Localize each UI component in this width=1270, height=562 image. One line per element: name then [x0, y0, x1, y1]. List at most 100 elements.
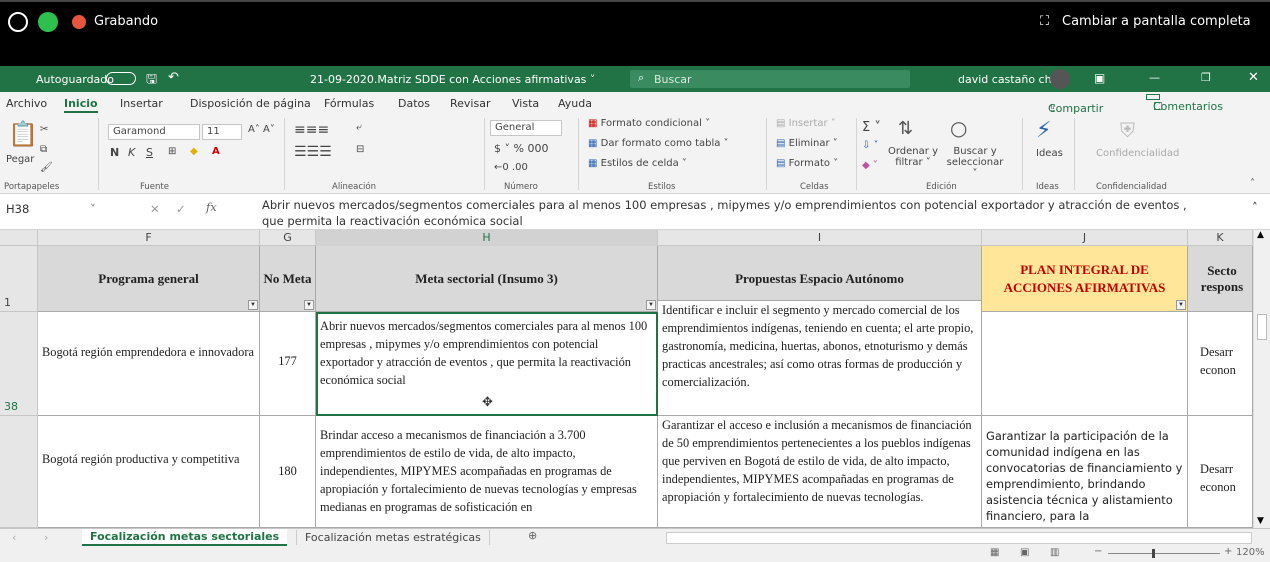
autosum-icon[interactable]: Σ ˅: [862, 120, 881, 135]
cell-meta[interactable]: Brindar acceso a mecanismos de financiac…: [316, 416, 658, 528]
filter-dropdown-icon[interactable]: ▼: [304, 300, 314, 310]
cell-programa[interactable]: Bogotá región emprendedora e innovadora: [38, 312, 260, 416]
avatar[interactable]: [1050, 69, 1070, 89]
row-header[interactable]: 1: [0, 246, 38, 312]
prev-sheet-icon[interactable]: ‹: [12, 531, 16, 544]
add-sheet-icon[interactable]: ⊕: [528, 529, 537, 542]
normal-view-icon[interactable]: ▦: [990, 547, 999, 558]
ideas-icon[interactable]: ⚡: [1036, 118, 1051, 143]
zoom-in-icon[interactable]: +: [1224, 546, 1232, 557]
confidentiality-icon[interactable]: ⛨: [1120, 118, 1135, 142]
tab-vista[interactable]: Vista: [512, 97, 539, 110]
fill-icon[interactable]: ⇩ ˅: [862, 140, 879, 151]
select-all-corner[interactable]: [0, 230, 38, 246]
header-sector[interactable]: Secto respons: [1188, 246, 1253, 312]
cell-sector[interactable]: Desarr econon: [1188, 416, 1253, 528]
find-icon[interactable]: ○: [950, 116, 967, 140]
ribbon-display-icon[interactable]: ▣: [1094, 71, 1105, 85]
tab-datos[interactable]: Datos: [398, 97, 430, 110]
font-size-select[interactable]: 11: [202, 124, 242, 140]
cell-sector[interactable]: Desarr econon: [1188, 312, 1253, 416]
column-header-f[interactable]: F: [38, 230, 260, 246]
header-plan-integral[interactable]: PLAN INTEGRAL DE ACCIONES AFIRMATIVAS ▼: [982, 246, 1188, 312]
row-header[interactable]: [0, 416, 38, 528]
cell-styles-button[interactable]: ▦ Estilos de celda ˅: [588, 158, 687, 169]
search-box[interactable]: ⌕ Buscar: [630, 70, 910, 88]
scroll-thumb[interactable]: [1257, 314, 1267, 340]
row-header[interactable]: 38: [0, 312, 38, 416]
wrap-text-icon[interactable]: ⤶: [356, 122, 362, 133]
cell-programa[interactable]: Bogotá región productiva y competitiva: [38, 416, 260, 528]
cut-icon[interactable]: ✂: [40, 124, 48, 135]
fill-color-icon[interactable]: ◆: [190, 146, 198, 157]
header-programa[interactable]: Programa general ▼: [38, 246, 260, 312]
paste-label[interactable]: Pegar: [6, 154, 34, 165]
vertical-scrollbar[interactable]: ▲ ▼: [1253, 230, 1270, 528]
name-box-dropdown-icon[interactable]: ˅: [90, 202, 96, 216]
tab-insertar[interactable]: Insertar: [120, 97, 163, 110]
tab-revisar[interactable]: Revisar: [450, 97, 490, 110]
font-grow-icon[interactable]: A˄ A˅: [248, 124, 275, 135]
font-name-select[interactable]: Garamond: [108, 124, 200, 140]
page-break-icon[interactable]: ▥: [1050, 547, 1059, 558]
column-header-g[interactable]: G: [260, 230, 316, 246]
cell-propuestas[interactable]: Identificar e incluir el segmento y merc…: [658, 300, 982, 416]
user-name[interactable]: david castaño ch: [958, 73, 1052, 86]
cond-format-button[interactable]: ▦ Formato condicional ˅: [588, 118, 710, 129]
formula-content-line1[interactable]: Abrir nuevos mercados/segmentos comercia…: [262, 198, 1187, 212]
clear-icon[interactable]: ◆ ˅: [862, 160, 878, 171]
confidentiality-label[interactable]: Confidencialidad: [1096, 148, 1179, 159]
maximize-icon[interactable]: ❐: [1201, 71, 1211, 84]
delete-button[interactable]: ▤ Eliminar ˅: [776, 138, 838, 149]
sheet-tab[interactable]: Focalización metas estratégicas: [296, 530, 490, 545]
next-sheet-icon[interactable]: ›: [44, 531, 48, 544]
align-left-icon[interactable]: ☰☰☰: [294, 144, 332, 160]
undo-icon[interactable]: ↶: [168, 70, 179, 85]
find-select-label[interactable]: Buscar y seleccionar ˅: [944, 146, 1006, 179]
zoom-slider-thumb[interactable]: [1152, 549, 1155, 558]
column-header-h[interactable]: H: [316, 230, 658, 246]
horizontal-scrollbar[interactable]: [666, 532, 1252, 544]
font-color-icon[interactable]: A: [212, 146, 220, 157]
tab-inicio[interactable]: Inicio: [64, 97, 98, 113]
sheet-tab-active[interactable]: Focalización metas sectoriales: [82, 529, 288, 546]
underline-icon[interactable]: S: [146, 146, 153, 159]
fullscreen-button[interactable]: Cambiar a pantalla completa: [1062, 14, 1251, 29]
currency-icon[interactable]: $ ˅ % 000: [494, 142, 548, 155]
cell-no-meta[interactable]: 180: [260, 416, 316, 528]
filter-dropdown-icon[interactable]: ▼: [248, 300, 258, 310]
format-painter-icon[interactable]: 🖌: [40, 162, 53, 173]
column-header-i[interactable]: I: [658, 230, 982, 246]
table-format-button[interactable]: ▦ Dar formato como tabla ˅: [588, 138, 729, 149]
bold-icon[interactable]: N: [110, 146, 119, 159]
merge-icon[interactable]: ⊟: [356, 144, 364, 155]
cancel-icon[interactable]: ✕: [150, 202, 160, 216]
cell-propuestas[interactable]: Garantizar el acceso e inclusión a mecan…: [658, 416, 982, 528]
filter-dropdown-icon[interactable]: ▼: [646, 300, 656, 310]
italic-icon[interactable]: K: [128, 146, 135, 159]
cell-no-meta[interactable]: 177: [260, 312, 316, 416]
expand-formula-icon[interactable]: ˄: [1252, 200, 1258, 214]
format-button[interactable]: ▤ Formato ˅: [776, 158, 838, 169]
header-no-meta[interactable]: No Meta ▼: [260, 246, 316, 312]
copy-icon[interactable]: ⧉: [40, 144, 47, 155]
comments-button[interactable]: ☐ Comentarios: [1146, 94, 1223, 113]
enter-icon[interactable]: ✓: [176, 202, 186, 216]
name-box[interactable]: H38: [6, 202, 29, 216]
page-layout-icon[interactable]: ▣: [1020, 547, 1029, 558]
fx-icon[interactable]: fx: [206, 200, 217, 214]
formula-content-line2[interactable]: que permita la reactivación económica so…: [262, 214, 523, 228]
autosave-toggle[interactable]: [106, 72, 136, 85]
insert-button[interactable]: ▤ Insertar ˅: [776, 118, 836, 129]
tab-ayuda[interactable]: Ayuda: [558, 97, 592, 110]
paste-icon[interactable]: 📋: [8, 120, 38, 148]
tab-formulas[interactable]: Fórmulas: [324, 97, 374, 110]
save-icon[interactable]: 🖫: [146, 70, 157, 92]
column-header-k[interactable]: K: [1188, 230, 1253, 246]
info-icon[interactable]: [8, 12, 28, 32]
header-meta-sectorial[interactable]: Meta sectorial (Insumo 3) ▼: [316, 246, 658, 312]
sort-icon[interactable]: ⇅: [898, 118, 913, 139]
zoom-slider[interactable]: [1108, 553, 1220, 554]
number-format-select[interactable]: General: [490, 120, 562, 136]
zoom-level[interactable]: 120%: [1236, 547, 1265, 558]
